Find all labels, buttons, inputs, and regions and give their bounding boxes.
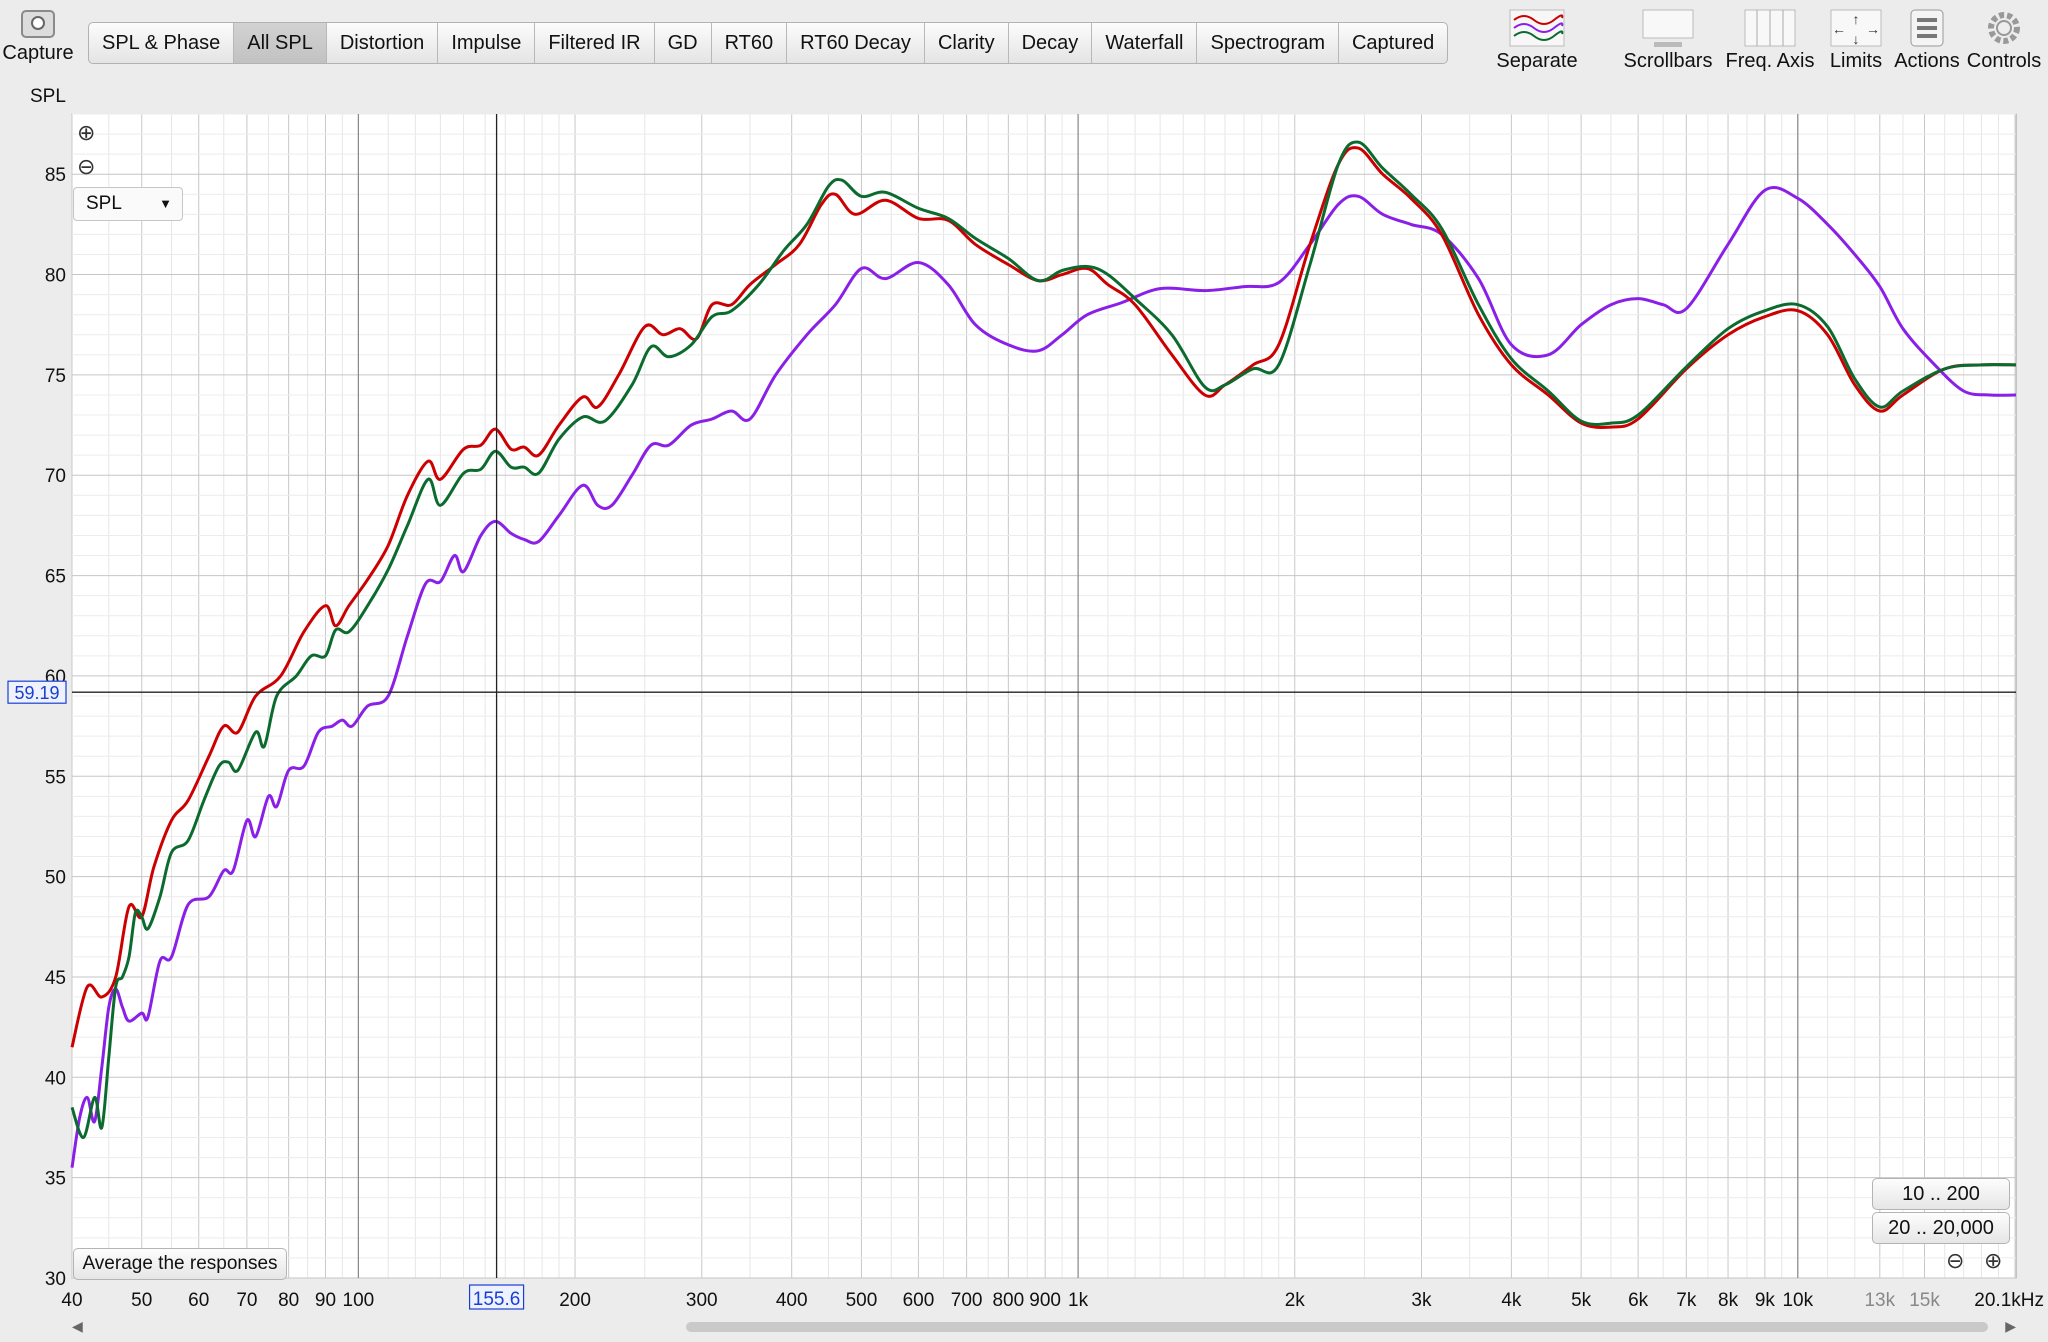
- x-tick-labels: 40 50 60 70 80 90 100 200 300 400 500 600 700 800 900 1…: [61, 1290, 2044, 1311]
- y-tick-label: 70: [45, 466, 66, 487]
- x-tick-label: 50: [131, 1290, 152, 1311]
- y-tick-label: 85: [45, 165, 66, 186]
- x-tick-label: 3k: [1411, 1290, 1432, 1311]
- x-tick-label: 200: [559, 1290, 591, 1311]
- scroll-right-icon[interactable]: ▶: [2005, 1318, 2016, 1335]
- x-tick-label: 70: [236, 1290, 257, 1311]
- x-zoom-in-icon[interactable]: ⊕: [1984, 1248, 2002, 1274]
- x-tick-label: 500: [846, 1290, 878, 1311]
- y-tick-label: 80: [45, 266, 66, 287]
- x-tick-label: 2k: [1285, 1290, 1306, 1311]
- x-tick-label: 60: [188, 1290, 209, 1311]
- cursor-x-readout: 155.6: [473, 1289, 521, 1310]
- zoom-out-icon[interactable]: ⊖: [77, 154, 95, 180]
- x-tick-label: 20.1kHz: [1974, 1290, 2044, 1311]
- x-tick-label: 90: [315, 1290, 336, 1311]
- x-tick-label: 8k: [1718, 1290, 1739, 1311]
- scroll-left-icon[interactable]: ◀: [72, 1318, 83, 1335]
- scrollbar-thumb[interactable]: [686, 1322, 1988, 1332]
- y-tick-labels: 303540455055606570758085: [45, 165, 66, 1290]
- x-tick-label: 13k: [1864, 1290, 1895, 1311]
- x-tick-label: 6k: [1628, 1290, 1649, 1311]
- x-tick-label: 5k: [1571, 1290, 1592, 1311]
- range-20-20000-button[interactable]: 20 .. 20,000: [1872, 1212, 2010, 1244]
- y-tick-label: 45: [45, 968, 66, 989]
- x-tick-label: 400: [776, 1290, 808, 1311]
- x-tick-label: 9k: [1755, 1290, 1776, 1311]
- trace-type-select[interactable]: SPL ▼: [73, 187, 183, 221]
- horizontal-scrollbar[interactable]: ◀ ▶: [72, 1318, 2016, 1334]
- y-tick-label: 50: [45, 868, 66, 889]
- x-tick-label: 100: [343, 1290, 375, 1311]
- y-tick-label: 40: [45, 1068, 66, 1089]
- x-tick-label: 4k: [1501, 1290, 1522, 1311]
- y-tick-label: 35: [45, 1169, 66, 1190]
- x-tick-label: 800: [992, 1290, 1024, 1311]
- range-10-200-button[interactable]: 10 .. 200: [1872, 1178, 2010, 1210]
- y-tick-label: 75: [45, 366, 66, 387]
- chevron-down-icon: ▼: [159, 196, 172, 211]
- y-tick-label: 55: [45, 767, 66, 788]
- x-tick-label: 7k: [1676, 1290, 1697, 1311]
- y-tick-label: 65: [45, 567, 66, 588]
- x-zoom-out-icon[interactable]: ⊖: [1946, 1248, 1964, 1274]
- cursor-y-readout: 59.19: [14, 683, 59, 703]
- x-tick-label: 900: [1029, 1290, 1061, 1311]
- y-tick-label: 30: [45, 1269, 66, 1290]
- x-tick-label: 80: [278, 1290, 299, 1311]
- x-tick-label: 10k: [1782, 1290, 1813, 1311]
- x-tick-label: 40: [61, 1290, 82, 1311]
- x-tick-label: 15k: [1909, 1290, 1940, 1311]
- x-tick-label: 600: [903, 1290, 935, 1311]
- x-tick-label: 1k: [1068, 1290, 1089, 1311]
- trace-type-value: SPL: [86, 193, 122, 214]
- x-tick-label: 700: [951, 1290, 983, 1311]
- zoom-in-icon[interactable]: ⊕: [77, 120, 95, 146]
- average-responses-button[interactable]: Average the responses: [73, 1248, 287, 1280]
- x-tick-label: 300: [686, 1290, 718, 1311]
- spl-chart[interactable]: 30 35 40 45 50 55 60 65 70 75 80 85 40 50 60 70 80 90 100…: [0, 0, 2048, 1342]
